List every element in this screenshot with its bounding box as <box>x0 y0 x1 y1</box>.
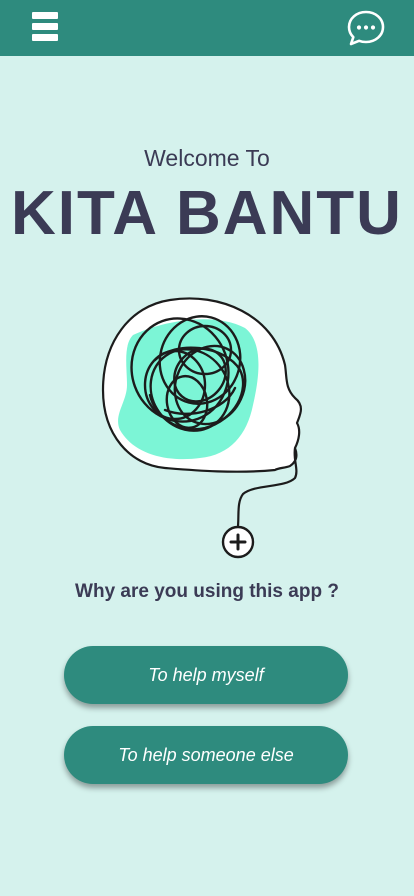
menu-button[interactable] <box>32 12 58 42</box>
app-title: KITA BANTU <box>11 179 403 248</box>
chat-button[interactable] <box>346 8 386 48</box>
welcome-subtitle: Welcome To <box>144 145 270 171</box>
help-someone-else-button[interactable]: To help someone else <box>64 726 348 784</box>
usage-question: Why are you using this app ? <box>75 581 339 602</box>
chat-bubble-icon <box>347 10 385 46</box>
help-someone-else-label: To help someone else <box>118 744 294 765</box>
help-myself-button[interactable]: To help myself <box>64 646 348 704</box>
help-myself-label: To help myself <box>148 664 264 685</box>
tangled-mind-head-icon <box>101 297 302 559</box>
top-app-bar <box>0 0 414 56</box>
